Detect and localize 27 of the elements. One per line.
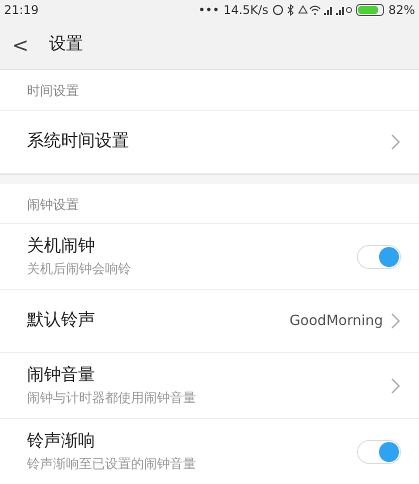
toggle-switch[interactable] (357, 244, 401, 268)
row-title: 默认铃声 (27, 309, 95, 332)
row-title: 系统时间设置 (27, 130, 129, 153)
row-subtitle: 关机后闹钟会响铃 (27, 260, 131, 278)
row-title: 关机闹钟 (27, 235, 96, 258)
status-time: 21:19 (4, 2, 39, 19)
chevron-icon (391, 134, 401, 150)
chevron-icon (391, 378, 401, 394)
row-value: GoodMorning (289, 312, 383, 330)
settings-row[interactable]: 关机闹钟 关机后闹钟会响铃 (0, 224, 419, 290)
battery-percent: 82% (388, 2, 415, 19)
network-speed: 14.5K/s (223, 2, 268, 19)
settings-row[interactable]: 闹钟音量 闹钟与计时器都使用闹钟音量 (0, 353, 419, 419)
section-header: 时间设置 (27, 84, 79, 99)
row-title: 闹钟音量 (27, 364, 96, 387)
more-dots: ••• (198, 2, 220, 19)
toggle-switch[interactable] (357, 440, 401, 464)
chevron-icon (391, 313, 401, 329)
row-title: 铃声渐响 (27, 430, 96, 453)
page-title: 设置 (48, 32, 83, 56)
back-button[interactable]: < (0, 34, 41, 54)
settings-row[interactable]: 铃声渐响 铃声渐响至已设置的闹钟音量 (0, 419, 419, 484)
section-header: 闹钟设置 (27, 198, 79, 212)
settings-row[interactable]: 默认铃声 GoodMorning (0, 290, 419, 353)
row-subtitle: 闹钟与计时器都使用闹钟音量 (27, 390, 196, 408)
battery-icon (356, 4, 384, 16)
row-subtitle: 铃声渐响至已设置的闹钟音量 (27, 456, 196, 474)
